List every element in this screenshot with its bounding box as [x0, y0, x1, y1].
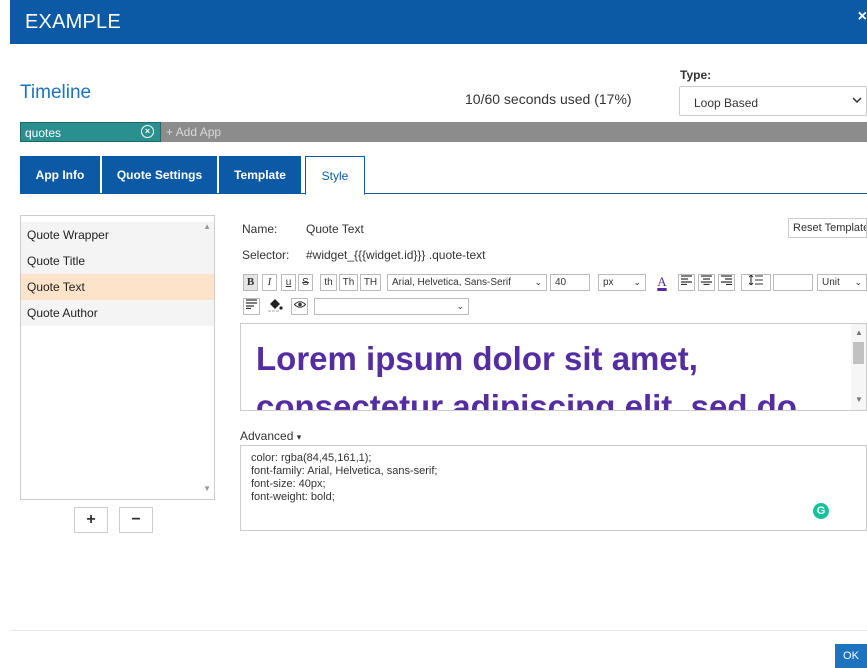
italic-button[interactable]: I [262, 274, 277, 291]
eye-icon[interactable] [291, 298, 308, 315]
line-height-input[interactable] [773, 274, 813, 291]
align-right-icon[interactable] [718, 274, 735, 291]
scroll-down-icon[interactable]: ▼ [203, 484, 211, 493]
chevron-down-icon: ⌄ [534, 277, 542, 287]
line-height-unit-value: Unit [822, 277, 840, 288]
preview-line-2: consectetur adipiscing elit, sed do [256, 388, 797, 411]
align-left-icon[interactable] [678, 274, 695, 291]
text-preview: Lorem ipsum dolor sit amet, consectetur … [240, 323, 867, 411]
preview-scrollbar[interactable]: ▲ ▼ [851, 324, 866, 410]
timeline-title: Timeline [20, 82, 92, 103]
align-center-icon[interactable] [698, 274, 715, 291]
selector-value: #widget_{{{widget.id}}} .quote-text [306, 248, 486, 262]
chevron-down-icon: ⌄ [456, 301, 464, 311]
line-height-unit-select[interactable]: Unit ⌄ [817, 274, 867, 291]
tab-bar: App Info Quote Settings Template Style [20, 156, 867, 195]
bold-button[interactable]: B [243, 274, 258, 291]
caret-down-icon: ▾ [296, 432, 302, 442]
advanced-css-textarea[interactable]: color: rgba(84,45,161,1); font-family: A… [240, 445, 867, 531]
app-timeline-bar: quotes × + Add App [20, 122, 867, 142]
font-color-icon[interactable]: A [652, 274, 672, 291]
font-family-value: Arial, Helvetica, Sans-Serif [392, 277, 511, 288]
chevron-down-icon [852, 95, 862, 108]
scroll-up-icon[interactable]: ▲ [203, 222, 211, 231]
app-chip-label: quotes [25, 126, 62, 140]
name-value: Quote Text [306, 222, 364, 236]
selector-label: Selector: [242, 248, 290, 262]
app-chip-quotes[interactable]: quotes × [20, 122, 161, 142]
line-height-icon[interactable] [741, 274, 771, 291]
font-unit-select[interactable]: px ⌄ [598, 274, 646, 291]
type-select[interactable]: Loop Based [679, 86, 867, 116]
tab-template[interactable]: Template [219, 156, 301, 194]
list-item-quote-title[interactable]: Quote Title [21, 248, 214, 274]
css-line: font-weight: bold; [251, 491, 335, 503]
chevron-down-icon: ⌄ [633, 277, 641, 287]
capitalize-button[interactable]: Th [339, 274, 358, 291]
list-item-quote-wrapper[interactable]: Quote Wrapper [21, 222, 214, 248]
dialog-title: EXAMPLE [25, 11, 121, 33]
tab-app-info[interactable]: App Info [20, 156, 100, 194]
paint-bucket-icon[interactable] [263, 298, 287, 315]
list-scrollbar[interactable]: ▲ ▼ [200, 216, 214, 499]
css-line: color: rgba(84,45,161,1); [251, 452, 372, 464]
add-style-button[interactable]: + [74, 507, 108, 533]
font-size-input[interactable]: 40 [550, 274, 590, 291]
footer-divider [10, 630, 867, 631]
list-item-quote-text[interactable]: Quote Text [21, 274, 214, 300]
ok-button[interactable]: OK [835, 644, 867, 668]
uppercase-button[interactable]: TH [360, 274, 381, 291]
seconds-used-text: 10/60 seconds used (17%) [465, 91, 632, 107]
font-unit-value: px [603, 277, 614, 288]
dialog-titlebar: EXAMPLE × [10, 0, 867, 44]
name-label: Name: [242, 222, 278, 236]
add-app-link[interactable]: + Add App [166, 125, 221, 139]
style-element-list: Quote Wrapper Quote Title Quote Text Quo… [20, 215, 215, 500]
type-select-value: Loop Based [694, 96, 759, 110]
font-family-select[interactable]: Arial, Helvetica, Sans-Serif ⌄ [387, 274, 547, 291]
preview-line-1: Lorem ipsum dolor sit amet, [256, 340, 698, 377]
advanced-toggle[interactable]: Advanced ▾ [240, 429, 301, 443]
remove-style-button[interactable]: − [119, 507, 153, 533]
type-label: Type: [680, 68, 712, 82]
scroll-up-icon[interactable]: ▲ [855, 328, 863, 337]
close-icon[interactable]: × [858, 8, 867, 26]
reset-template-button[interactable]: Reset Template [788, 218, 867, 238]
grammarly-icon[interactable]: G [813, 503, 829, 519]
strikethrough-button[interactable]: S [298, 274, 313, 291]
tab-quote-settings[interactable]: Quote Settings [102, 156, 217, 194]
scroll-thumb[interactable] [853, 342, 864, 364]
text-shadow-select[interactable]: ⌄ [314, 298, 469, 315]
chevron-down-icon: ⌄ [854, 277, 862, 287]
css-line: font-family: Arial, Helvetica, sans-seri… [251, 465, 438, 477]
underline-button[interactable]: u [281, 274, 296, 291]
text-wrap-icon[interactable] [243, 298, 260, 315]
list-item-quote-author[interactable]: Quote Author [21, 300, 214, 326]
css-line: font-size: 40px; [251, 478, 326, 490]
scroll-down-icon[interactable]: ▼ [855, 395, 863, 404]
lowercase-button[interactable]: th [320, 274, 337, 291]
tab-style[interactable]: Style [305, 156, 365, 195]
advanced-label: Advanced [240, 429, 294, 443]
remove-circle-icon[interactable]: × [141, 125, 154, 138]
